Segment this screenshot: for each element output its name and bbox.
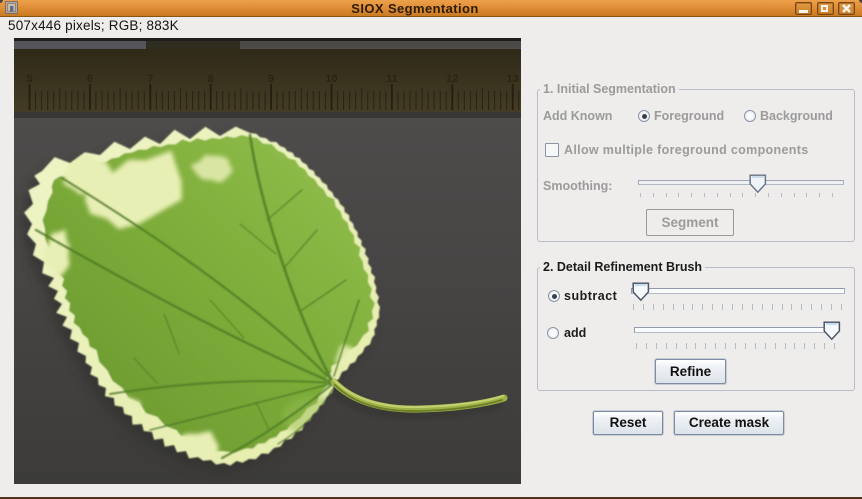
svg-text:8: 8 bbox=[208, 73, 214, 85]
svg-text:9: 9 bbox=[268, 73, 274, 85]
svg-text:10: 10 bbox=[325, 73, 337, 85]
svg-text:6: 6 bbox=[87, 73, 93, 85]
svg-text:5: 5 bbox=[26, 73, 32, 85]
svg-text:7: 7 bbox=[147, 73, 153, 85]
svg-text:11: 11 bbox=[386, 73, 398, 85]
svg-text:12: 12 bbox=[446, 73, 458, 85]
svg-text:13: 13 bbox=[507, 73, 519, 85]
